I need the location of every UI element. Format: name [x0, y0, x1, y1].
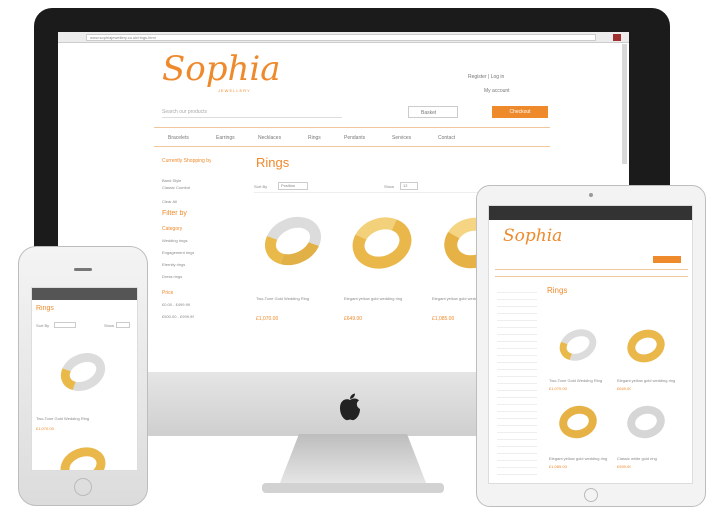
price-title: Price	[162, 290, 174, 296]
nav-item[interactable]: Bracelets	[168, 135, 189, 141]
basket-button[interactable]: Basket	[408, 106, 458, 118]
phone-screen: Rings Sort By Show Two-Tone Gold Wedding…	[31, 287, 138, 471]
price-link[interactable]: £500.00 - £999.99	[162, 314, 194, 319]
clear-all-link[interactable]: Clear All	[162, 199, 177, 204]
product-card[interactable]: Elegant yellow gold wedding ring £649.00	[342, 204, 422, 334]
phone-product-image	[55, 441, 111, 470]
nav-item[interactable]: Services	[392, 135, 411, 141]
category-title: Category	[162, 226, 183, 232]
tablet-screen: Sophia Rings Two-Tone Gold Wedding Ring …	[488, 205, 693, 484]
tablet-product-image	[622, 324, 670, 368]
product-name[interactable]: Two-Tone Gold Wedding Ring	[256, 296, 326, 301]
product-card[interactable]: Two-Tone Gold Wedding Ring £1,070.00	[254, 204, 334, 334]
menu-icon[interactable]	[613, 34, 621, 41]
tablet-product-name[interactable]: Elegant yellow gold wedding ring	[617, 378, 675, 383]
tablet-product-name[interactable]: Classic white gold ring	[617, 456, 657, 461]
address-bar[interactable]: www.sophiajewellery.co.uk/rings.html	[86, 34, 596, 41]
phone-speaker	[74, 268, 92, 271]
search-input[interactable]: Search our products	[162, 106, 342, 118]
apple-logo-icon	[337, 392, 363, 422]
tablet-product-image	[623, 401, 669, 443]
phone-product-image	[54, 345, 112, 399]
tablet-checkout-button[interactable]	[653, 256, 681, 263]
account-links[interactable]: Register | Log in	[468, 74, 504, 80]
main-nav: Bracelets Earrings Necklaces Rings Penda…	[154, 127, 550, 147]
product-image-gold-ring	[345, 209, 419, 277]
tablet-nav	[495, 269, 688, 277]
tablet-product-image	[554, 323, 602, 367]
phone-show-label: Show	[104, 323, 115, 328]
filter-title: Filter by	[162, 210, 187, 217]
phone-status-bar	[32, 288, 137, 300]
shopping-by-value-2: Classic Comfort	[162, 185, 191, 190]
tablet-product-name[interactable]: Two-Tone Gold Wedding Ring	[549, 378, 602, 383]
shopping-by-value: Band Style	[162, 178, 182, 183]
sort-select[interactable]: Position	[278, 182, 308, 190]
product-image-two-tone-ring	[256, 207, 330, 275]
tablet-product-price: £1,070.00	[549, 386, 567, 391]
tablet-product-price: £649.00	[617, 386, 632, 391]
category-link[interactable]: Engagement rings	[162, 250, 194, 255]
show-select[interactable]: 12	[400, 182, 418, 190]
scrollbar[interactable]	[622, 44, 627, 164]
imac-stand	[278, 434, 428, 488]
phone-sort-select[interactable]	[54, 322, 76, 328]
nav-item[interactable]: Contact	[438, 135, 455, 141]
product-price: £1,085.00	[432, 316, 455, 322]
price-link[interactable]: £0.00 - £499.99	[162, 302, 190, 307]
category-link[interactable]: Dress rings	[162, 274, 182, 279]
my-account-link[interactable]: My account	[484, 88, 510, 94]
category-link[interactable]: Eternity rings	[162, 262, 185, 267]
tablet-product-name[interactable]: Elegant yellow gold wedding ring	[549, 456, 607, 461]
phone-product-name[interactable]: Two-Tone Gold Wedding Ring	[36, 416, 89, 421]
phone-show-select[interactable]	[116, 322, 130, 328]
phone-home-button[interactable]	[74, 478, 92, 496]
phone-sort-label: Sort By	[36, 323, 50, 328]
nav-item[interactable]: Rings	[308, 135, 321, 141]
tablet-home-button[interactable]	[584, 488, 598, 502]
site-logo[interactable]: Sophia	[162, 50, 281, 88]
nav-item[interactable]: Earrings	[216, 135, 235, 141]
tablet-product-price: £1,085.00	[549, 464, 567, 469]
product-price: £1,070.00	[256, 316, 279, 322]
browser-toolbar: www.sophiajewellery.co.uk/rings.html	[58, 32, 629, 43]
tablet-product-image	[555, 401, 601, 443]
product-name[interactable]: Elegant yellow gold wedding ring	[344, 296, 414, 301]
tablet-page-title: Rings	[547, 286, 568, 295]
logo-tagline: JEWELLERY	[218, 88, 251, 93]
imac-base	[262, 483, 444, 493]
tablet-product-price: £599.00	[617, 464, 632, 469]
category-link[interactable]: Wedding rings	[162, 238, 188, 243]
phone-product-price: £1,070.00	[36, 426, 54, 431]
tablet-camera	[589, 193, 593, 197]
page-title: Rings	[256, 155, 290, 170]
checkout-button[interactable]: Checkout	[492, 106, 548, 118]
sort-label: Sort By	[254, 184, 268, 189]
shopping-by-title: Currently Shopping by	[162, 158, 212, 164]
tablet-logo[interactable]: Sophia	[503, 226, 562, 246]
basket-label: Basket	[421, 110, 437, 116]
tablet-sidebar	[497, 286, 537, 476]
nav-item[interactable]: Pendants	[344, 135, 365, 141]
nav-item[interactable]: Necklaces	[258, 135, 281, 141]
tablet-status-bar	[489, 206, 692, 220]
show-label: Show	[384, 184, 395, 189]
phone-page-title: Rings	[36, 305, 54, 312]
product-price: £649.00	[344, 316, 363, 322]
